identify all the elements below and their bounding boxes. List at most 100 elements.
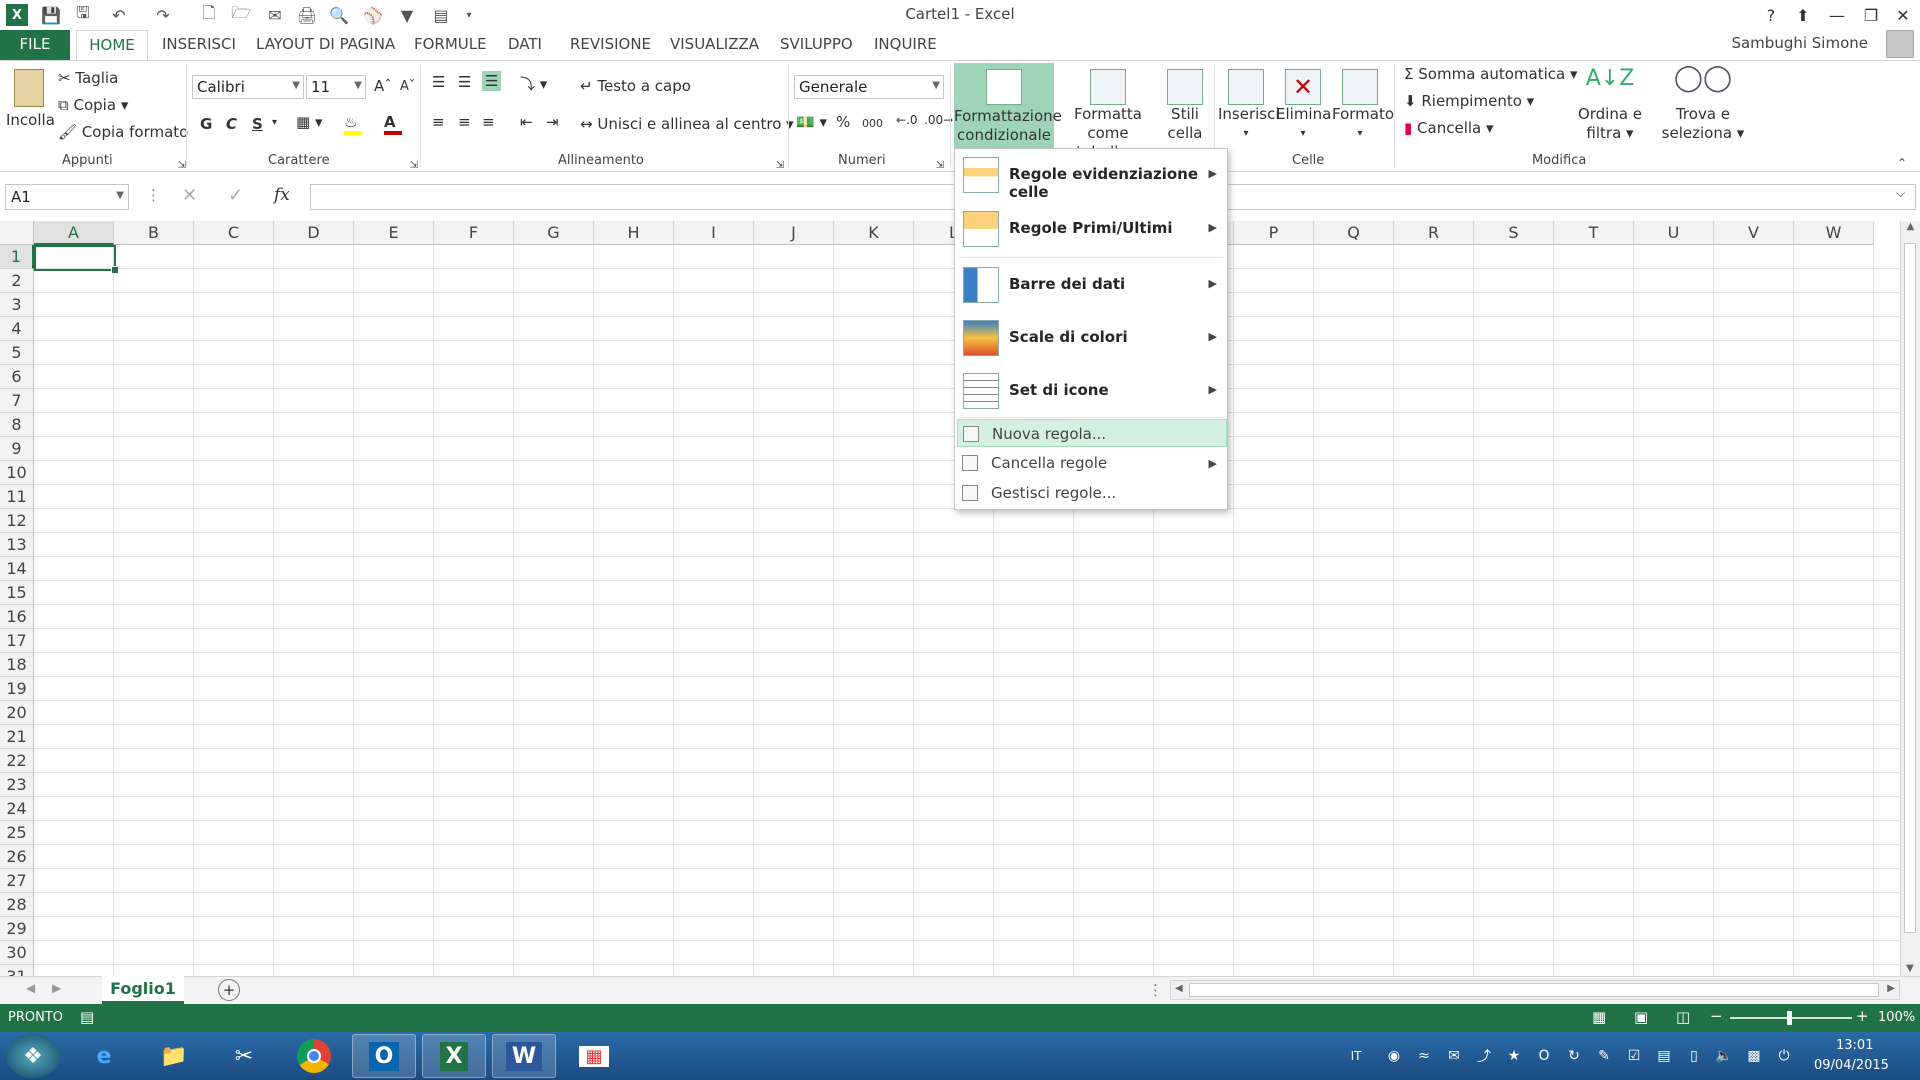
underline-dropdown-icon[interactable]: ▾	[272, 117, 277, 128]
menu-item-color-scales[interactable]: Scale di colori ▶	[955, 312, 1227, 364]
column-header-p[interactable]: P	[1234, 221, 1314, 245]
collapse-ribbon-icon[interactable]: ⌃	[1892, 153, 1912, 173]
select-all-corner[interactable]	[0, 221, 34, 245]
tab-inquire[interactable]: INQUIRE	[864, 30, 947, 60]
row-header-1[interactable]: 1	[0, 245, 34, 269]
decrease-decimal-icon[interactable]: .00→	[924, 113, 953, 127]
add-sheet-icon[interactable]: +	[218, 979, 240, 1001]
column-header-c[interactable]: C	[194, 221, 274, 245]
font-color-icon[interactable]: A	[384, 113, 402, 135]
align-left-icon[interactable]: ≡	[432, 113, 445, 131]
orientation-icon[interactable]: ⤵ ▾	[520, 73, 547, 94]
help-icon[interactable]: ?	[1756, 2, 1786, 28]
align-top-icon[interactable]: ☰	[432, 73, 445, 91]
firefox-tray-icon[interactable]: ◉	[1384, 1046, 1404, 1066]
align-right-icon[interactable]: ≡	[482, 113, 495, 131]
column-header-q[interactable]: Q	[1314, 221, 1394, 245]
start-button[interactable]: ❖	[6, 1034, 60, 1078]
insert-cells-button[interactable]: Inserisci ▾	[1218, 69, 1280, 143]
cancel-entry-icon[interactable]: ✕	[182, 185, 197, 206]
ribbon-display-options-icon[interactable]: ⬆	[1788, 2, 1818, 28]
column-header-b[interactable]: B	[114, 221, 194, 245]
paste-button[interactable]: Incolla	[6, 69, 55, 130]
user-name[interactable]: Sambughi Simone	[1731, 34, 1868, 52]
row-header-13[interactable]: 13	[0, 533, 34, 557]
column-header-h[interactable]: H	[594, 221, 674, 245]
app-grid-icon[interactable]: ▦	[562, 1034, 626, 1078]
tab-insert[interactable]: INSERISCI	[152, 30, 246, 60]
row-header-11[interactable]: 11	[0, 485, 34, 509]
mail-tray-icon[interactable]: ✉	[1444, 1046, 1464, 1066]
next-sheet-icon[interactable]: ▶	[52, 981, 61, 995]
column-header-a[interactable]: A	[34, 221, 114, 245]
excel-taskbar-icon[interactable]: X	[422, 1034, 486, 1078]
column-header-f[interactable]: F	[434, 221, 514, 245]
confirm-entry-icon[interactable]: ✓	[228, 185, 243, 206]
minimize-button[interactable]: —	[1822, 2, 1852, 28]
sync-tray-icon[interactable]: ↻	[1564, 1046, 1584, 1066]
tab-formulas[interactable]: FORMULE	[404, 30, 497, 60]
column-header-d[interactable]: D	[274, 221, 354, 245]
row-header-23[interactable]: 23	[0, 773, 34, 797]
expand-formula-bar-icon[interactable]: ⌵	[1896, 186, 1905, 201]
row-header-22[interactable]: 22	[0, 749, 34, 773]
row-header-30[interactable]: 30	[0, 941, 34, 965]
tab-data[interactable]: DATI	[498, 30, 552, 60]
menu-item-highlight-rules[interactable]: Regole evidenziazione celle ▶	[955, 149, 1227, 201]
font-name-select[interactable]: Calibri ▼	[192, 75, 304, 99]
internet-explorer-icon[interactable]: e	[72, 1034, 136, 1078]
row-header-27[interactable]: 27	[0, 869, 34, 893]
battery-tray-icon[interactable]: ▯	[1684, 1046, 1704, 1066]
word-icon[interactable]: W	[492, 1034, 556, 1078]
row-header-26[interactable]: 26	[0, 845, 34, 869]
row-header-21[interactable]: 21	[0, 725, 34, 749]
decrease-indent-icon[interactable]: ⇤	[520, 113, 533, 131]
clock-time[interactable]: 13:01	[1836, 1038, 1873, 1053]
grow-font-button[interactable]: Aˆ	[374, 77, 392, 95]
zoom-in-icon[interactable]: +	[1856, 1007, 1869, 1025]
wifi-tray-icon[interactable]: ⤴	[1474, 1046, 1494, 1066]
scroll-thumb[interactable]	[1904, 243, 1916, 933]
network-tray-icon[interactable]: ▩	[1744, 1046, 1764, 1066]
row-header-16[interactable]: 16	[0, 605, 34, 629]
dialog-launcher-icon[interactable]: ⇲	[404, 155, 424, 175]
sort-filter-button[interactable]: A↓Z Ordina e filtra ▾	[1572, 68, 1648, 143]
bluetooth-tray-icon[interactable]: ★	[1504, 1046, 1524, 1066]
column-header-k[interactable]: K	[834, 221, 914, 245]
insert-function-button[interactable]: fx	[274, 185, 290, 205]
snipping-tool-icon[interactable]: ✂	[212, 1034, 276, 1078]
column-header-s[interactable]: S	[1474, 221, 1554, 245]
currency-icon[interactable]: 💵 ▾	[796, 113, 827, 131]
row-header-4[interactable]: 4	[0, 317, 34, 341]
autosum-button[interactable]: Σ Somma automatica ▾	[1404, 65, 1578, 83]
scroll-down-icon[interactable]: ▼	[1901, 963, 1919, 974]
row-header-28[interactable]: 28	[0, 893, 34, 917]
pen-tray-icon[interactable]: ✎	[1594, 1046, 1614, 1066]
row-header-31[interactable]: 31	[0, 965, 34, 976]
bold-button[interactable]: G	[200, 115, 212, 133]
menu-item-manage-rules[interactable]: Gestisci regole...	[957, 479, 1227, 507]
prev-sheet-icon[interactable]: ◀	[26, 981, 35, 995]
menu-item-new-rule[interactable]: Nuova regola...	[957, 419, 1227, 447]
display-tray-icon[interactable]: ▤	[1654, 1046, 1674, 1066]
row-header-24[interactable]: 24	[0, 797, 34, 821]
scroll-right-icon[interactable]: ▶	[1887, 983, 1895, 994]
power-tray-icon[interactable]: ⏻	[1774, 1046, 1794, 1066]
tab-home[interactable]: HOME	[76, 30, 148, 60]
find-select-button[interactable]: ◯◯ Trova e seleziona ▾	[1658, 65, 1748, 143]
fill-color-icon[interactable]: ♨	[344, 113, 362, 135]
row-header-25[interactable]: 25	[0, 821, 34, 845]
column-header-u[interactable]: U	[1634, 221, 1714, 245]
increase-decimal-icon[interactable]: ←.0	[896, 113, 918, 127]
cut-button[interactable]: ✂ Taglia	[58, 69, 118, 87]
row-header-8[interactable]: 8	[0, 413, 34, 437]
clock-date[interactable]: 09/04/2015	[1814, 1058, 1889, 1073]
conditional-formatting-button[interactable]: Formattazione condizionale ▾	[954, 63, 1062, 163]
column-header-i[interactable]: I	[674, 221, 754, 245]
column-header-w[interactable]: W	[1794, 221, 1874, 245]
italic-button[interactable]: C	[226, 115, 237, 133]
row-header-19[interactable]: 19	[0, 677, 34, 701]
menu-item-icon-sets[interactable]: Set di icone ▶	[955, 365, 1227, 417]
scroll-up-icon[interactable]: ▲	[1901, 221, 1920, 232]
format-painter-button[interactable]: 🖌 Copia formato	[58, 123, 188, 141]
